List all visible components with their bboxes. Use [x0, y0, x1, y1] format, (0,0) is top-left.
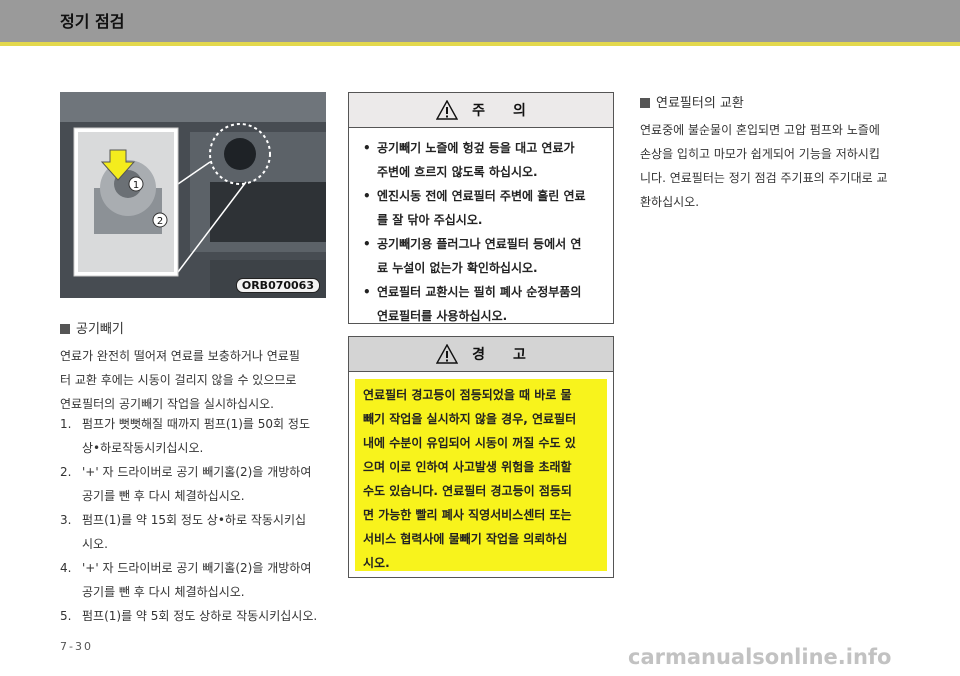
caution-line: 연료필터 교환시는 필히 폐사 순정부품의 — [377, 285, 582, 299]
filter-replace-title: 연료필터의 교환 — [656, 96, 744, 111]
warning-line: 연료필터 경고등이 점등되었을 때 바로 물 — [363, 388, 572, 402]
callout-2: 2 — [157, 216, 163, 227]
step-line: '+' 자 드라이버로 공기 빼기홀(2)을 개방하여 — [82, 465, 312, 479]
callout-1: 1 — [133, 180, 139, 191]
step-number: 2. — [60, 465, 72, 479]
engine-photo: 1 2 ORB070063 — [60, 92, 326, 298]
square-bullet-icon — [60, 324, 70, 334]
warning-line: 수도 있습니다. 연료필터 경고등이 점등되 — [363, 484, 572, 498]
warning-line: 면 가능한 빨리 폐사 직영서비스센터 또는 — [363, 508, 572, 522]
photo-code: ORB070063 — [235, 278, 320, 293]
section-title: 정기 점검 — [60, 12, 125, 31]
watermark: carmanualsonline.info — [628, 645, 892, 669]
page-header: 정기 점검 — [0, 0, 960, 46]
body-line: 니다. 연료필터는 정기 점검 주기표의 주기대로 교 — [640, 171, 888, 185]
step-line: 공기를 뺀 후 다시 체결하십시오. — [82, 489, 245, 503]
warning-triangle-icon — [436, 344, 459, 364]
warning-line: 으며 이로 인하여 사고발생 위험을 초래할 — [363, 460, 572, 474]
step-line: 펌프가 뻣뻣해질 때까지 펌프(1)를 50회 정도 — [82, 417, 310, 431]
warning-line: 내에 수분이 유입되어 시동이 꺼질 수도 있 — [363, 436, 576, 450]
step-line: 펌프(1)를 약 15회 정도 상•하로 작동시키십 — [82, 513, 307, 527]
step-number: 1. — [60, 417, 72, 431]
caution-item: • 공기빼기 노즐에 헝겊 등을 대고 연료가 주변에 흐르지 않도록 하십시오. — [363, 136, 603, 184]
warning-line: 서비스 협력사에 물빼기 작업을 의뢰하십 — [363, 532, 568, 546]
intro-line: 터 교환 후에는 시동이 걸리지 않을 수 있으므로 — [60, 373, 297, 387]
warning-triangle-icon — [436, 100, 459, 120]
step-item: 2. '+' 자 드라이버로 공기 빼기홀(2)을 개방하여공기를 뺀 후 다시… — [60, 460, 328, 508]
warning-text: 연료필터 경고등이 점등되었을 때 바로 물 빼기 작업을 실시하지 않을 경우… — [355, 379, 607, 571]
caution-line: 공기빼기 노즐에 헝겊 등을 대고 연료가 — [377, 141, 575, 155]
square-bullet-icon — [640, 98, 650, 108]
step-line: 펌프(1)를 약 5회 정도 상하로 작동시키십시오. — [82, 609, 318, 623]
caution-item: • 연료필터 교환시는 필히 폐사 순정부품의 연료필터를 사용하십시오. — [363, 280, 603, 328]
step-item: 3. 펌프(1)를 약 15회 정도 상•하로 작동시키십시오. — [60, 508, 328, 556]
body-line: 환하십시오. — [640, 195, 700, 209]
caution-title: 주 의 — [472, 103, 526, 119]
air-vent-steps: 1. 펌프가 뻣뻣해질 때까지 펌프(1)를 50회 정도상•하로작동시키십시오… — [60, 412, 328, 628]
step-line: '+' 자 드라이버로 공기 빼기홀(2)을 개방하여 — [82, 561, 312, 575]
warning-line: 시오. — [363, 556, 390, 570]
step-line: 시오. — [82, 537, 108, 551]
caution-line: 공기빼기용 플러그나 연료필터 등에서 연 — [377, 237, 582, 251]
air-vent-intro: 연료가 완전히 떨어져 연료를 보충하거나 연료필 터 교환 후에는 시동이 걸… — [60, 344, 330, 416]
step-number: 3. — [60, 513, 72, 527]
header-rule — [0, 42, 960, 46]
step-line: 상•하로작동시키십시오. — [82, 441, 204, 455]
air-vent-title: 공기빼기 — [76, 322, 124, 337]
body-line: 연료중에 불순물이 혼입되면 고압 펌프와 노즐에 — [640, 123, 880, 137]
warning-title: 경 고 — [472, 347, 526, 363]
caution-line: 주변에 흐르지 않도록 하십시오. — [377, 165, 538, 179]
warning-header: 경 고 — [349, 337, 613, 372]
step-line: 공기를 뺀 후 다시 체결하십시오. — [82, 585, 245, 599]
page-number: 7-30 — [60, 640, 93, 653]
step-number: 4. — [60, 561, 72, 575]
engine-illustration: 1 2 — [60, 92, 326, 298]
caution-list: • 공기빼기 노즐에 헝겊 등을 대고 연료가 주변에 흐르지 않도록 하십시오. … — [349, 128, 613, 328]
body-line: 손상을 입히고 마모가 쉽게되어 기능을 저하시킵 — [640, 147, 880, 161]
air-vent-heading: 공기빼기 — [60, 318, 124, 337]
step-item: 4. '+' 자 드라이버로 공기 빼기홀(2)을 개방하여공기를 뺀 후 다시… — [60, 556, 328, 604]
caution-item: • 엔진시동 전에 연료필터 주변에 흘린 연료 를 잘 닦아 주십시오. — [363, 184, 603, 232]
warning-line: 빼기 작업을 실시하지 않을 경우, 연료필터 — [363, 412, 577, 426]
intro-line: 연료가 완전히 떨어져 연료를 보충하거나 연료필 — [60, 349, 300, 363]
caution-header: 주 의 — [349, 93, 613, 128]
step-number: 5. — [60, 609, 72, 623]
caution-box: 주 의 • 공기빼기 노즐에 헝겊 등을 대고 연료가 주변에 흐르지 않도록 하십… — [348, 92, 614, 324]
caution-line: 료 누설이 없는가 확인하십시오. — [377, 261, 538, 275]
filter-replace-heading: 연료필터의 교환 — [640, 92, 744, 111]
caution-item: • 공기빼기용 플러그나 연료필터 등에서 연료 누설이 없는가 확인하십시오. — [363, 232, 603, 280]
filter-replace-body: 연료중에 불순물이 혼입되면 고압 펌프와 노즐에 손상을 입히고 마모가 쉽게… — [640, 118, 908, 214]
step-item: 5. 펌프(1)를 약 5회 정도 상하로 작동시키십시오. — [60, 604, 328, 628]
caution-line: 를 잘 닦아 주십시오. — [377, 213, 483, 227]
caution-line: 연료필터를 사용하십시오. — [377, 309, 508, 323]
warning-box: 경 고 연료필터 경고등이 점등되었을 때 바로 물 빼기 작업을 실시하지 않… — [348, 336, 614, 578]
caution-line: 엔진시동 전에 연료필터 주변에 흘린 연료 — [377, 189, 586, 203]
step-item: 1. 펌프가 뻣뻣해질 때까지 펌프(1)를 50회 정도상•하로작동시키십시오… — [60, 412, 328, 460]
